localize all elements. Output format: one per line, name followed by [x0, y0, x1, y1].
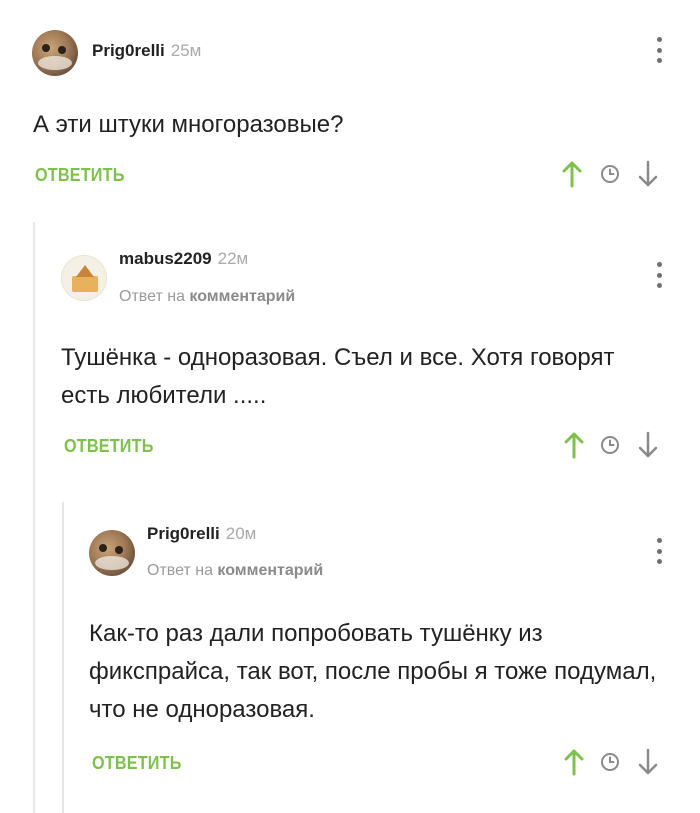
- comment-actions: [564, 431, 658, 459]
- comment-meta: Prig0relli 25м: [92, 41, 201, 61]
- arrow-down-icon[interactable]: [638, 160, 658, 188]
- reply-to-label: Ответ на комментарий: [119, 288, 295, 306]
- comment-1: Prig0relli 25м А эти штуки многоразовые? …: [0, 0, 700, 210]
- reply-to-link[interactable]: комментарий: [217, 562, 323, 579]
- reply-button[interactable]: ОТВЕТИТЬ: [64, 436, 154, 457]
- comment-time: 20м: [225, 524, 257, 543]
- comment-meta: mabus2209 22м: [119, 249, 248, 269]
- comment-time: 22м: [217, 249, 249, 268]
- clock-icon[interactable]: [600, 435, 620, 455]
- arrow-down-icon[interactable]: [638, 748, 658, 776]
- comment-text: А эти штуки многоразовые?: [33, 111, 344, 138]
- comment-text: Тушёнка - одноразовая. Съел и все. Хотя …: [61, 344, 615, 409]
- comment-3: Prig0relli 20м Ответ на комментарий Как-т…: [89, 505, 700, 805]
- arrow-down-icon[interactable]: [638, 431, 658, 459]
- arrow-up-icon[interactable]: [564, 431, 584, 459]
- thread-line-level-1: [33, 222, 35, 813]
- reply-to-label: Ответ на комментарий: [147, 562, 323, 580]
- reply-button[interactable]: ОТВЕТИТЬ: [92, 753, 182, 774]
- reply-to-link[interactable]: комментарий: [189, 288, 295, 305]
- username[interactable]: mabus2209: [119, 249, 212, 268]
- clock-icon[interactable]: [600, 752, 620, 772]
- clock-icon[interactable]: [600, 164, 620, 184]
- comment-actions: [564, 748, 658, 776]
- more-vertical-icon[interactable]: [656, 538, 662, 564]
- reply-to-prefix: Ответ на: [119, 288, 185, 305]
- arrow-up-icon[interactable]: [562, 160, 582, 188]
- avatar[interactable]: [32, 30, 78, 76]
- username[interactable]: Prig0relli: [147, 524, 220, 543]
- more-vertical-icon[interactable]: [656, 37, 662, 63]
- comment-2: mabus2209 22м Ответ на комментарий Тушёнк…: [61, 225, 700, 495]
- avatar[interactable]: [61, 255, 107, 301]
- reply-to-prefix: Ответ на: [147, 562, 213, 579]
- comment-actions: [562, 160, 658, 188]
- username[interactable]: Prig0relli: [92, 41, 165, 60]
- comment-time: 25м: [170, 41, 202, 60]
- more-vertical-icon[interactable]: [656, 262, 662, 288]
- thread-line-level-2: [62, 502, 64, 813]
- comment-text: Как-то раз дали попробовать тушёнку из ф…: [89, 620, 657, 723]
- reply-button[interactable]: ОТВЕТИТЬ: [35, 165, 125, 186]
- avatar[interactable]: [89, 530, 135, 576]
- comment-meta: Prig0relli 20м: [147, 524, 256, 544]
- arrow-up-icon[interactable]: [564, 748, 584, 776]
